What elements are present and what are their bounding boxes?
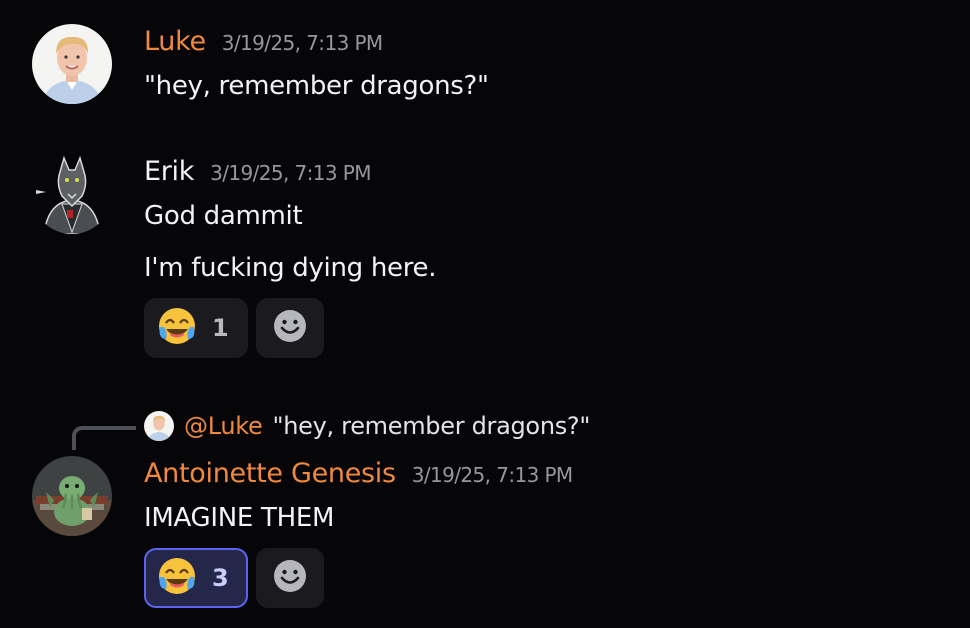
reply-text: "hey, remember dragons?" bbox=[272, 412, 591, 440]
message-timestamp[interactable]: 3/19/25, 7:13 PM bbox=[412, 457, 573, 493]
message-text: I'm fucking dying here. bbox=[144, 253, 437, 283]
message-header: Erik 3/19/25, 7:13 PM bbox=[144, 154, 372, 191]
chat-message-list: Luke 3/19/25, 7:13 PM "hey, remember dra… bbox=[0, 0, 970, 628]
joy-emoji-icon bbox=[156, 305, 198, 351]
reply-avatar-luke bbox=[144, 411, 174, 441]
author-name[interactable]: Luke bbox=[144, 24, 206, 60]
reaction-joy-button[interactable]: 3 bbox=[144, 548, 248, 608]
message-timestamp[interactable]: 3/19/25, 7:13 PM bbox=[222, 25, 383, 61]
add-reaction-icon bbox=[273, 559, 307, 597]
reply-preview[interactable]: @Luke "hey, remember dragons?" bbox=[144, 408, 590, 444]
message-header: Antoinette Genesis 3/19/25, 7:13 PM bbox=[144, 456, 573, 492]
reaction-joy-button[interactable]: 1 bbox=[144, 298, 248, 358]
author-name[interactable]: Erik bbox=[144, 154, 194, 190]
message-text: IMAGINE THEM bbox=[144, 503, 335, 533]
message-text: God dammit bbox=[144, 201, 303, 231]
message-timestamp[interactable]: 3/19/25, 7:13 PM bbox=[210, 155, 371, 191]
author-name[interactable]: Antoinette Genesis bbox=[144, 456, 396, 492]
reply-mention[interactable]: @Luke bbox=[184, 412, 263, 440]
reply-connector bbox=[72, 426, 136, 450]
add-reaction-button[interactable] bbox=[256, 298, 324, 358]
avatar-luke[interactable] bbox=[32, 24, 112, 104]
message-header: Luke 3/19/25, 7:13 PM bbox=[144, 24, 383, 60]
joy-emoji-icon bbox=[156, 555, 198, 601]
message-text: "hey, remember dragons?" bbox=[144, 71, 489, 101]
add-reaction-button[interactable] bbox=[256, 548, 324, 608]
avatar-erik[interactable] bbox=[32, 154, 112, 234]
reaction-count: 3 bbox=[212, 564, 229, 592]
reaction-count: 1 bbox=[212, 314, 229, 342]
avatar-antoinette-genesis[interactable] bbox=[32, 456, 112, 536]
add-reaction-icon bbox=[273, 309, 307, 347]
